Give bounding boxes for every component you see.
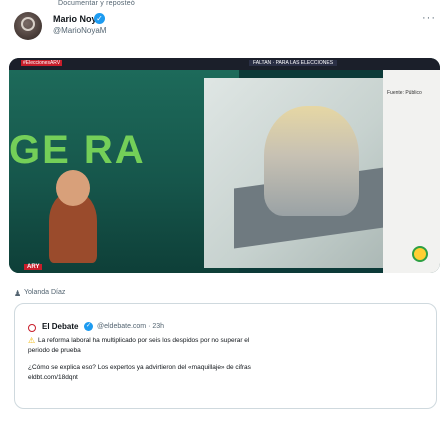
more-options-icon[interactable]: ··· <box>422 12 436 24</box>
tv-top-bar <box>9 58 440 70</box>
author-handle[interactable]: @MarioNoyaM <box>53 26 106 35</box>
quoted-tweet-card[interactable] <box>14 303 437 409</box>
el-debate-logo-icon <box>28 324 36 332</box>
quoted-link[interactable]: eldbt.com/18dqnt <box>28 374 78 381</box>
graphic-side-panel <box>383 70 440 273</box>
warning-icon: ⚠ <box>28 336 36 345</box>
quoted-author-name[interactable]: El Debate <box>42 322 78 331</box>
channel-hashtag: #EleccionesARV <box>21 60 63 66</box>
verified-badge-icon: ✓ <box>94 13 105 24</box>
tweet-media[interactable]: GE RA Fuente: Público #EleccionesARV FAL… <box>9 58 440 273</box>
avatar-emblem-icon <box>21 17 35 31</box>
tv-anchor-head <box>56 170 90 206</box>
photo-figure <box>264 106 359 216</box>
studio-backdrop-text: GE RA <box>9 128 146 172</box>
person-icon: ♟ <box>14 289 22 298</box>
quoted-text-line: ¿Cómo se explica eso? Los expertos ya ad… <box>28 364 251 371</box>
source-label: Fuente: Público <box>387 90 422 96</box>
tagged-person[interactable]: Yolanda Díaz <box>24 289 65 296</box>
quoted-text-line: periodo de prueba <box>28 347 81 354</box>
network-badge: ARY <box>24 264 43 270</box>
channel-logo-icon <box>412 246 428 262</box>
quoted-author-handle: @eldebate.com · 23h <box>97 323 165 330</box>
countdown-ticker: FALTAN · PARA LAS ELECCIONES <box>249 60 338 66</box>
quoted-text-line: La reforma laboral ha multiplicado por s… <box>38 337 250 344</box>
quoted-verified-badge-icon: ✓ <box>84 322 93 331</box>
retweet-context: Documentar y reposteó <box>58 0 135 7</box>
